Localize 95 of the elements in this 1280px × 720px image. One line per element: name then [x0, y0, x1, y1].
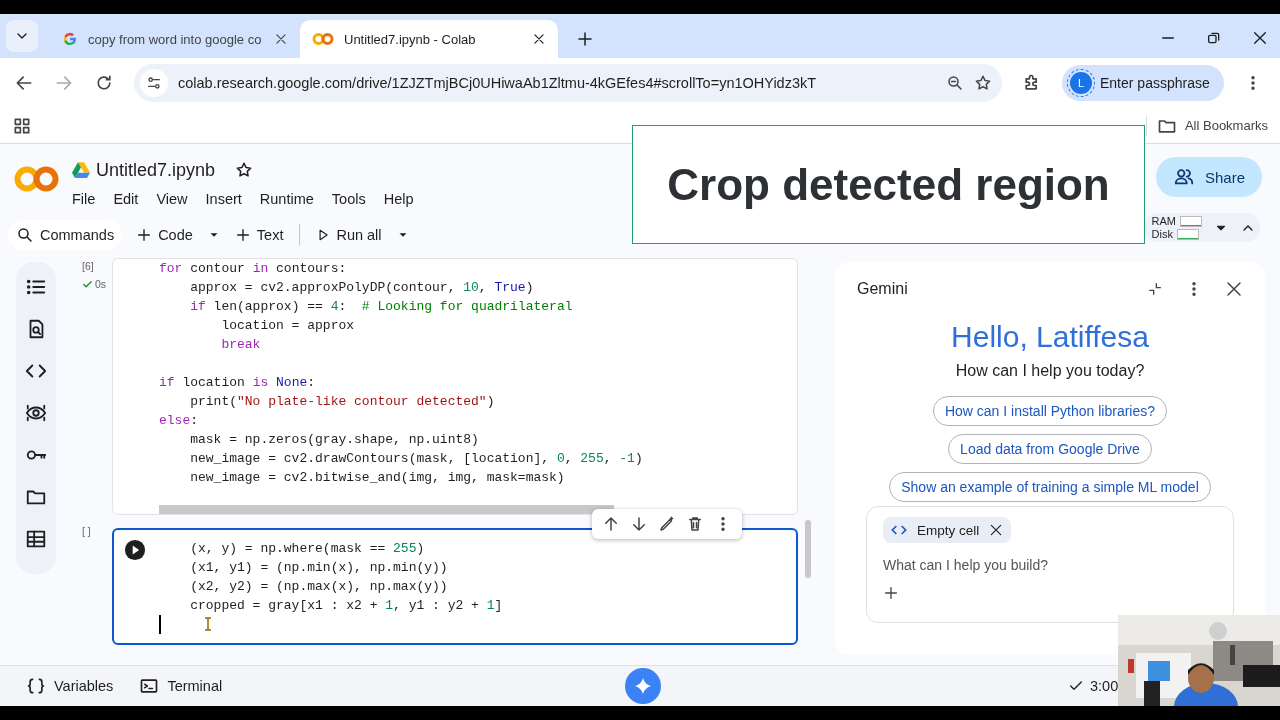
- code-line: mask = np.zeros(gray.shape, np.uint8): [189, 431, 479, 449]
- code-line: approx = cv2.approxPolyDP(contour, 10, True): [189, 279, 534, 297]
- code-cell[interactable]: (x, y) = np.where(mask == 255) (x1, y1) = (np.min(x), np.min(y)) (x2, y2) = (np.max(x), np.max(y)) cropped = gray[x1 : x2 + 1, y1 : y2 + 1]: [112, 528, 798, 645]
- status-bar-button[interactable]: Terminal: [139, 676, 223, 696]
- google-icon: [62, 31, 78, 47]
- move-up-icon[interactable]: [602, 515, 620, 533]
- code-line: if len(approx) == 4: # Looking for quadrilateral: [189, 298, 573, 316]
- code-line: cropped = gray[x1 : x2 + 1, y1 : y2 + 1]: [189, 597, 503, 615]
- browser-tab[interactable]: copy from word into google co: [50, 20, 300, 58]
- code-line: for contour in contours:: [159, 260, 347, 278]
- gemini-button[interactable]: [625, 668, 661, 704]
- code-line: (x1, y1) = (np.min(x), np.min(y)): [189, 559, 448, 577]
- runtime-status[interactable]: 3:00: [1090, 678, 1119, 694]
- profile-button[interactable]: L Enter passphrase: [1062, 65, 1224, 101]
- code-line: (x, y) = np.where(mask == 255): [189, 540, 425, 558]
- code-cell[interactable]: [112, 258, 798, 515]
- toolbar-button[interactable]: Commands: [8, 220, 123, 250]
- close-icon[interactable]: [989, 523, 1004, 537]
- menu-item[interactable]: Help: [383, 191, 414, 208]
- plus-icon: [234, 227, 251, 243]
- restore-icon[interactable]: [1206, 30, 1222, 46]
- suggestion-chip[interactable]: Show an example of training a simple ML model: [889, 472, 1211, 502]
- horizontal-scrollbar[interactable]: [159, 505, 614, 514]
- move-down-icon[interactable]: [630, 515, 648, 533]
- prompt-input[interactable]: What can I help you build?: [883, 557, 1183, 573]
- prompt-box[interactable]: Empty cell What can I help you build?: [866, 506, 1234, 623]
- menu-item[interactable]: Runtime: [259, 191, 314, 208]
- sparkle-icon: [633, 676, 653, 696]
- i-beam-cursor-icon: [204, 617, 212, 631]
- code-line: if location is None:: [159, 374, 316, 392]
- notebook-title[interactable]: Untitled7.ipynb: [96, 159, 216, 181]
- resources-indicator[interactable]: RAM Disk: [1143, 213, 1260, 242]
- menu-item[interactable]: Tools: [331, 191, 366, 208]
- code-line: break: [220, 336, 261, 354]
- menu-item[interactable]: Insert: [205, 191, 242, 208]
- eye-icon[interactable]: [25, 402, 47, 424]
- site-settings-icon[interactable]: [146, 75, 162, 91]
- menu-item[interactable]: Edit: [113, 191, 139, 208]
- resource-label: Disk: [1151, 228, 1173, 240]
- close-icon[interactable]: [274, 32, 288, 46]
- suggestion-chip[interactable]: How can I install Python libraries?: [932, 396, 1168, 426]
- code-line: print("No plate-like contour detected"): [189, 393, 495, 411]
- run-time: 0s: [95, 278, 107, 290]
- context-chip[interactable]: Empty cell: [883, 517, 1012, 543]
- star-icon[interactable]: [235, 161, 254, 180]
- drive-icon: [72, 162, 90, 179]
- code-line: (x2, y2) = (np.max(x), np.max(y)): [189, 578, 448, 596]
- caption-overlay: Crop detected region: [632, 125, 1145, 244]
- braces-icon: [26, 676, 46, 696]
- toolbar-button[interactable]: Text: [226, 220, 292, 250]
- new-tab-icon[interactable]: [576, 30, 594, 48]
- plus-icon: [136, 227, 153, 243]
- bookmarks-link[interactable]: All Bookmarks: [1184, 118, 1268, 133]
- share-button[interactable]: Share: [1156, 157, 1262, 197]
- resource-label: RAM: [1151, 215, 1176, 227]
- table-icon[interactable]: [25, 528, 47, 550]
- attach-plus-icon[interactable]: [883, 585, 899, 601]
- address-field[interactable]: colab.research.google.com/drive/1ZJZTmjBCj0UHiwaAb1Zltmu-4kGEfes4#scrollTo=yn1OHYidz3kT: [134, 64, 1002, 102]
- execution-count: [6]: [82, 260, 95, 272]
- code-line: location = approx: [220, 317, 355, 335]
- pencil-icon[interactable]: [658, 515, 676, 533]
- execution-count: [ ]: [82, 525, 92, 537]
- code-line: new_image = cv2.bitwise_and(img, img, mask=mask): [189, 469, 565, 487]
- subtitle: How can I help you today?: [955, 362, 1145, 380]
- back-icon[interactable]: [14, 73, 34, 93]
- vertical-scrollbar[interactable]: [805, 520, 811, 578]
- tab-search-button[interactable]: [6, 20, 38, 52]
- toolbar-button[interactable]: Run all: [308, 220, 390, 250]
- resource-meter: [1176, 228, 1199, 240]
- check-icon: [82, 278, 93, 290]
- zoom-out-icon[interactable]: [946, 74, 964, 92]
- code-line: else:: [159, 412, 199, 430]
- search-icon: [16, 226, 34, 244]
- colab-logo-icon: [312, 32, 334, 46]
- toolbar-button[interactable]: Code: [128, 220, 201, 250]
- terminal-icon: [139, 676, 160, 696]
- browser-tab[interactable]: Untitled7.ipynb - Colab: [300, 20, 558, 58]
- close-icon[interactable]: [532, 32, 546, 46]
- greeting: Hello, Latiffesa: [951, 320, 1149, 354]
- status-bar-button[interactable]: Variables: [26, 676, 114, 696]
- menu-item[interactable]: File: [72, 191, 96, 208]
- trash-icon[interactable]: [686, 515, 704, 533]
- menu-item[interactable]: View: [156, 191, 188, 208]
- reload-icon[interactable]: [94, 73, 114, 93]
- collapse-icon[interactable]: [1147, 281, 1163, 297]
- star-icon[interactable]: [974, 74, 992, 92]
- close-icon[interactable]: [1252, 30, 1268, 46]
- suggestion-chip[interactable]: Load data from Google Drive: [948, 434, 1152, 464]
- panel-title: Gemini: [857, 280, 908, 298]
- text-cursor: [159, 615, 161, 634]
- run-cell-button[interactable]: [124, 539, 146, 561]
- colab-logo-icon[interactable]: [14, 164, 60, 194]
- resource-meter: [1180, 215, 1202, 227]
- close-icon[interactable]: [1225, 280, 1243, 298]
- code-line: new_image = cv2.drawContours(mask, [location], 0, 255, -1): [189, 450, 643, 468]
